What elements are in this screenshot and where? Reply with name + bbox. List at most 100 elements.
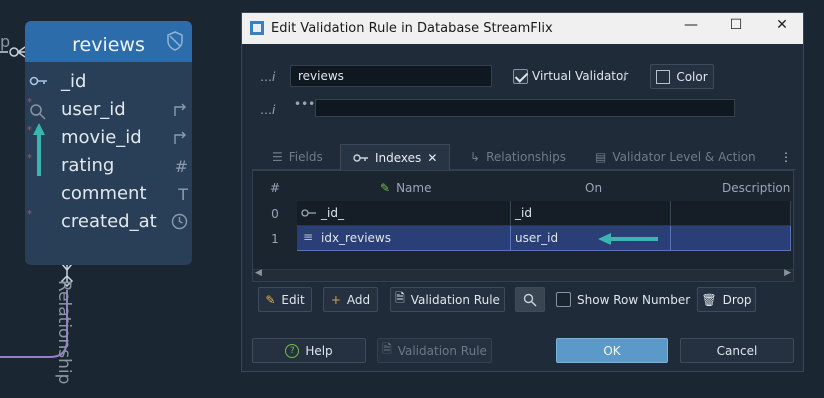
footer-validation-rule-button[interactable]: 🗎 Validation Rule xyxy=(377,338,492,363)
close-button[interactable]: ✕ xyxy=(767,17,797,39)
color-button[interactable]: Color xyxy=(650,64,714,89)
document-icon: 🗎 xyxy=(395,291,405,305)
required-marker: * xyxy=(27,209,32,220)
add-label: Add xyxy=(346,292,371,307)
help-button[interactable]: ? Help xyxy=(252,338,366,363)
index-icon: ≡ xyxy=(303,230,314,244)
trash-icon: 🗑 xyxy=(701,292,717,307)
shield-icon xyxy=(167,31,183,51)
header-num: # xyxy=(269,181,281,195)
card-icon: ▤ xyxy=(595,150,607,164)
cell-on[interactable]: _id xyxy=(511,201,671,226)
validation-rule-label: Validation Rule xyxy=(397,343,487,358)
pencil-icon: ✎ xyxy=(380,181,391,195)
search-button[interactable] xyxy=(515,287,545,312)
key-icon xyxy=(29,76,47,86)
field-created-at[interactable]: * created_at xyxy=(25,209,192,237)
search-icon xyxy=(30,104,46,120)
field-name: comment xyxy=(61,183,147,204)
ok-button[interactable]: OK xyxy=(556,338,668,363)
cell-name[interactable]: _id_ xyxy=(297,201,511,226)
title-bar[interactable]: Edit Validation Rule in Database StreamF… xyxy=(242,13,803,44)
edit-label: Edit xyxy=(281,292,305,307)
cancel-label: Cancel xyxy=(716,343,758,358)
comment-info-icon: …i xyxy=(260,103,276,117)
field-user-id[interactable]: * user_id xyxy=(25,97,192,125)
key-icon xyxy=(353,153,368,162)
arrow-right-icon xyxy=(174,131,186,144)
table-row[interactable]: 1 ≡ idx_reviews user_id xyxy=(253,226,793,251)
drop-button[interactable]: 🗑 Drop xyxy=(697,287,756,312)
search-icon xyxy=(523,293,537,306)
edge-label-fragment: p xyxy=(0,32,11,51)
field-name: _id xyxy=(61,71,87,92)
arrow-right-icon xyxy=(174,103,186,116)
field-comment[interactable]: comment T xyxy=(25,181,192,209)
color-label: Color xyxy=(676,69,708,84)
comment-input[interactable] xyxy=(315,99,735,117)
info-icon: i xyxy=(623,70,627,84)
database-icon xyxy=(250,21,264,35)
validation-rule-button[interactable]: 🗎 Validation Rule xyxy=(390,287,505,312)
cell-on[interactable]: user_id xyxy=(511,226,671,251)
more-icon[interactable]: ••• xyxy=(294,97,315,111)
show-row-number-checkbox[interactable] xyxy=(556,292,571,307)
pencil-icon: ✎ xyxy=(265,292,276,307)
field-name: rating xyxy=(61,155,115,176)
more-tabs-icon[interactable]: ⋮ xyxy=(780,144,792,170)
color-swatch-icon xyxy=(656,69,671,84)
name-info-icon: …i xyxy=(260,70,276,84)
tab-relationships[interactable]: ↳ Relationships xyxy=(470,144,566,170)
clock-icon xyxy=(171,213,188,230)
field-name: created_at xyxy=(61,211,157,232)
entity-reviews[interactable]: reviews _id * user_id * movie_id * ratin… xyxy=(25,21,192,265)
field-id[interactable]: _id xyxy=(25,69,192,97)
close-tab-icon[interactable]: ✕ xyxy=(427,151,437,165)
show-row-number-label: Show Row Number xyxy=(577,293,691,307)
minimize-button[interactable]: — xyxy=(676,17,706,39)
field-movie-id[interactable]: * movie_id xyxy=(25,125,192,153)
cancel-button[interactable]: Cancel xyxy=(680,338,794,363)
header-on[interactable]: On xyxy=(585,181,602,195)
edit-button[interactable]: ✎ Edit xyxy=(258,287,312,312)
field-rating[interactable]: * rating # xyxy=(25,153,192,181)
cell-description[interactable] xyxy=(671,201,791,226)
help-label: Help xyxy=(305,343,333,358)
tab-fields[interactable]: ☰ Fields xyxy=(272,144,323,170)
number-type-icon: # xyxy=(174,157,188,176)
add-button[interactable]: + Add xyxy=(323,287,378,312)
list-icon: ☰ xyxy=(272,150,283,164)
header-name[interactable]: ✎ Name xyxy=(380,181,431,195)
document-icon: 🗎 xyxy=(382,342,392,356)
table-row[interactable]: 0 _id_ _id xyxy=(253,201,793,226)
validation-rule-label: Validation Rule xyxy=(410,292,500,307)
annotation-arrow-up xyxy=(33,123,45,176)
tab-indexes[interactable]: Indexes ✕ xyxy=(340,144,451,170)
entity-title[interactable]: reviews xyxy=(25,21,192,62)
tab-validator-level[interactable]: ▤ Validator Level & Action xyxy=(595,144,756,170)
header-description[interactable]: Description xyxy=(722,181,790,195)
cell-description[interactable] xyxy=(671,226,791,251)
dialog-title: Edit Validation Rule in Database StreamF… xyxy=(271,21,553,36)
plus-icon: + xyxy=(330,292,341,307)
virtual-validator-label: Virtual Validator xyxy=(532,69,629,83)
indexes-grid[interactable]: # ✎ Name On Description 0 _id_ _id 1 ≡ i… xyxy=(252,170,794,282)
horizontal-scrollbar[interactable]: ◀ ▶ xyxy=(253,268,793,281)
key-icon xyxy=(301,209,316,217)
tab-label: Fields xyxy=(288,150,323,164)
scroll-right-icon[interactable]: ▶ xyxy=(784,268,791,278)
tab-bar: ☰ Fields Indexes ✕ ↳ Relationships ▤ Val… xyxy=(252,144,796,170)
scroll-left-icon[interactable]: ◀ xyxy=(255,268,262,278)
index-on: user_id xyxy=(515,231,559,245)
maximize-button[interactable]: ☐ xyxy=(721,17,751,39)
arrow-right-icon: ↳ xyxy=(470,150,481,164)
virtual-validator-checkbox[interactable] xyxy=(513,69,528,84)
drop-label: Drop xyxy=(722,292,752,307)
name-input[interactable]: reviews xyxy=(290,65,492,87)
ok-label: OK xyxy=(603,343,621,358)
header-name-label: Name xyxy=(396,181,432,195)
cell-name[interactable]: ≡ idx_reviews xyxy=(297,226,511,251)
edit-validation-rule-dialog[interactable]: Edit Validation Rule in Database StreamF… xyxy=(241,12,804,372)
row-number: 0 xyxy=(271,207,279,221)
index-on: _id xyxy=(515,206,532,220)
